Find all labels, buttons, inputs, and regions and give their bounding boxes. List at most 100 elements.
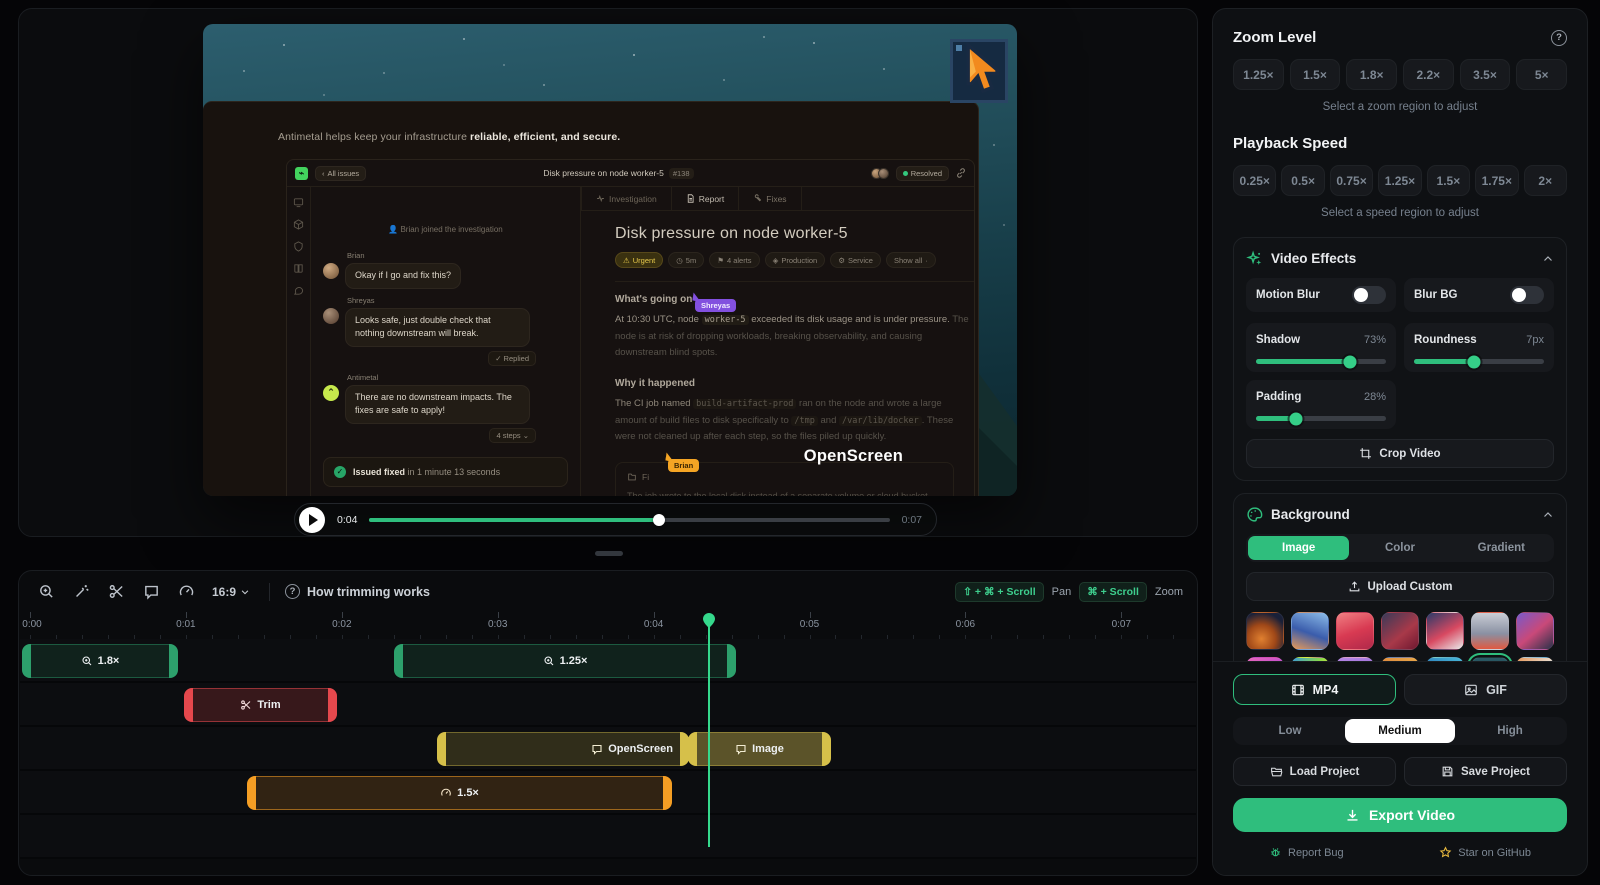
block-handle-right[interactable] bbox=[169, 644, 178, 678]
monitor-icon[interactable] bbox=[293, 197, 304, 208]
background-thumbnail[interactable] bbox=[1246, 612, 1284, 650]
timeline-block-15[interactable]: 1.5× bbox=[247, 776, 672, 810]
block-handle-left[interactable] bbox=[394, 644, 403, 678]
quality-low[interactable]: Low bbox=[1235, 719, 1345, 743]
track-trim[interactable]: Trim bbox=[20, 683, 1196, 727]
load-project-button[interactable]: Load Project bbox=[1233, 757, 1396, 786]
speed-option[interactable]: 0.5× bbox=[1281, 165, 1324, 196]
seek-thumb[interactable] bbox=[653, 514, 665, 526]
chat-status-badge[interactable]: 4 steps ⌄ bbox=[489, 428, 536, 443]
background-thumbnail[interactable] bbox=[1291, 612, 1329, 650]
chat-status-badge[interactable]: ✓ Replied bbox=[488, 351, 536, 366]
seek-bar[interactable] bbox=[369, 518, 889, 522]
chevron-up-icon[interactable] bbox=[1542, 253, 1554, 265]
timeline-block-18[interactable]: 1.8× bbox=[22, 644, 178, 678]
issue-badge[interactable]: ⚑4 alerts bbox=[709, 252, 759, 268]
issue-badge[interactable]: Show all · bbox=[886, 252, 936, 268]
roundness-slider[interactable] bbox=[1414, 359, 1544, 364]
all-issues-button[interactable]: ‹ All issues bbox=[315, 166, 366, 181]
block-handle-left[interactable] bbox=[688, 732, 697, 766]
block-handle-right[interactable] bbox=[822, 732, 831, 766]
issue-badge[interactable]: ◷5m bbox=[668, 252, 704, 268]
track-empty[interactable] bbox=[20, 815, 1196, 859]
issue-badge[interactable]: ⚠Urgent bbox=[615, 252, 663, 268]
aspect-ratio-select[interactable]: 16:9 bbox=[208, 585, 254, 599]
zoom-in-tool-icon[interactable] bbox=[33, 579, 59, 605]
background-tab-gradient[interactable]: Gradient bbox=[1451, 536, 1552, 560]
link-icon[interactable] bbox=[956, 168, 966, 178]
app-tab-investigation[interactable]: Investigation bbox=[581, 187, 672, 210]
zoom-option[interactable]: 1.8× bbox=[1346, 59, 1397, 90]
background-thumbnail[interactable] bbox=[1516, 612, 1554, 650]
speed-option[interactable]: 0.75× bbox=[1330, 165, 1373, 196]
block-handle-left[interactable] bbox=[22, 644, 31, 678]
shield-icon[interactable] bbox=[293, 241, 304, 252]
timeline-block-125[interactable]: 1.25× bbox=[394, 644, 736, 678]
block-handle-left[interactable] bbox=[247, 776, 256, 810]
video-frame[interactable]: Antimetal helps keep your infrastructure… bbox=[203, 24, 1017, 496]
zoom-help-icon[interactable]: ? bbox=[1551, 30, 1567, 46]
timeline-block-trim[interactable]: Trim bbox=[184, 688, 337, 722]
block-handle-right[interactable] bbox=[328, 688, 337, 722]
track-speed[interactable]: 1.5× bbox=[20, 771, 1196, 815]
block-handle-left[interactable] bbox=[184, 688, 193, 722]
background-thumbnail[interactable] bbox=[1471, 612, 1509, 650]
zoom-option[interactable]: 1.5× bbox=[1290, 59, 1341, 90]
book-icon[interactable] bbox=[293, 263, 304, 274]
scissors-icon[interactable] bbox=[103, 579, 129, 605]
speed-option[interactable]: 2× bbox=[1524, 165, 1567, 196]
format-gif-button[interactable]: GIF bbox=[1404, 674, 1567, 705]
timeline-block-openscreen[interactable]: OpenScreen bbox=[437, 732, 689, 766]
block-handle-right[interactable] bbox=[663, 776, 672, 810]
zoom-option[interactable]: 3.5× bbox=[1460, 59, 1511, 90]
quality-high[interactable]: High bbox=[1455, 719, 1565, 743]
magic-wand-icon[interactable] bbox=[68, 579, 94, 605]
speed-option[interactable]: 1.25× bbox=[1378, 165, 1421, 196]
app-header: ⌁ ‹ All issues Disk pressure on node wor… bbox=[287, 160, 974, 187]
background-tab-image[interactable]: Image bbox=[1248, 536, 1349, 560]
comment-tool-icon[interactable] bbox=[138, 579, 164, 605]
background-thumbnail[interactable] bbox=[1426, 612, 1464, 650]
zoom-option[interactable]: 2.2× bbox=[1403, 59, 1454, 90]
shadow-slider[interactable] bbox=[1256, 359, 1386, 364]
speed-option[interactable]: 1.5× bbox=[1427, 165, 1470, 196]
background-tab-color[interactable]: Color bbox=[1349, 536, 1450, 560]
motion-blur-toggle[interactable] bbox=[1352, 286, 1386, 304]
upload-custom-button[interactable]: Upload Custom bbox=[1246, 572, 1554, 601]
panel-resize-handle[interactable] bbox=[595, 551, 623, 556]
block-handle-right[interactable] bbox=[727, 644, 736, 678]
quality-medium[interactable]: Medium bbox=[1345, 719, 1455, 743]
timeline-ruler[interactable]: 0:000:010:020:030:040:050:060:07 bbox=[19, 612, 1197, 639]
speed-option[interactable]: 0.25× bbox=[1233, 165, 1276, 196]
zoom-option[interactable]: 1.25× bbox=[1233, 59, 1284, 90]
save-project-button[interactable]: Save Project bbox=[1404, 757, 1567, 786]
block-handle-left[interactable] bbox=[437, 732, 446, 766]
blur-bg-toggle[interactable] bbox=[1510, 286, 1544, 304]
zoom-option[interactable]: 5× bbox=[1516, 59, 1567, 90]
background-thumbnail[interactable] bbox=[1336, 612, 1374, 650]
playhead-handle[interactable] bbox=[703, 613, 715, 628]
issue-badge[interactable]: ⚙Service bbox=[830, 252, 881, 268]
play-button[interactable] bbox=[299, 507, 325, 533]
chevron-up-icon[interactable] bbox=[1542, 509, 1554, 521]
app-tab-report[interactable]: Report bbox=[672, 187, 740, 210]
speed-tool-icon[interactable] bbox=[173, 579, 199, 605]
speed-option[interactable]: 1.75× bbox=[1475, 165, 1518, 196]
export-video-button[interactable]: Export Video bbox=[1233, 798, 1567, 832]
playhead[interactable] bbox=[708, 627, 710, 847]
format-mp4-button[interactable]: MP4 bbox=[1233, 674, 1396, 705]
cube-icon[interactable] bbox=[293, 219, 304, 230]
report-bug-link[interactable]: Report Bug bbox=[1269, 846, 1344, 859]
crop-video-button[interactable]: Crop Video bbox=[1246, 439, 1554, 468]
background-thumbnail[interactable] bbox=[1381, 612, 1419, 650]
track-zoom[interactable]: 1.8× 1.25× bbox=[20, 639, 1196, 683]
chat-icon[interactable] bbox=[293, 285, 304, 296]
padding-slider[interactable] bbox=[1256, 416, 1386, 421]
star-on-github-link[interactable]: Star on GitHub bbox=[1439, 846, 1531, 859]
help-icon: ? bbox=[285, 584, 300, 599]
issue-badge[interactable]: ◈Production bbox=[765, 252, 826, 268]
app-tab-fixes[interactable]: Fixes bbox=[739, 187, 801, 210]
how-trimming-works-link[interactable]: ? How trimming works bbox=[285, 584, 430, 599]
track-text[interactable]: OpenScreenImage bbox=[20, 727, 1196, 771]
zoom-in-icon bbox=[81, 655, 93, 667]
